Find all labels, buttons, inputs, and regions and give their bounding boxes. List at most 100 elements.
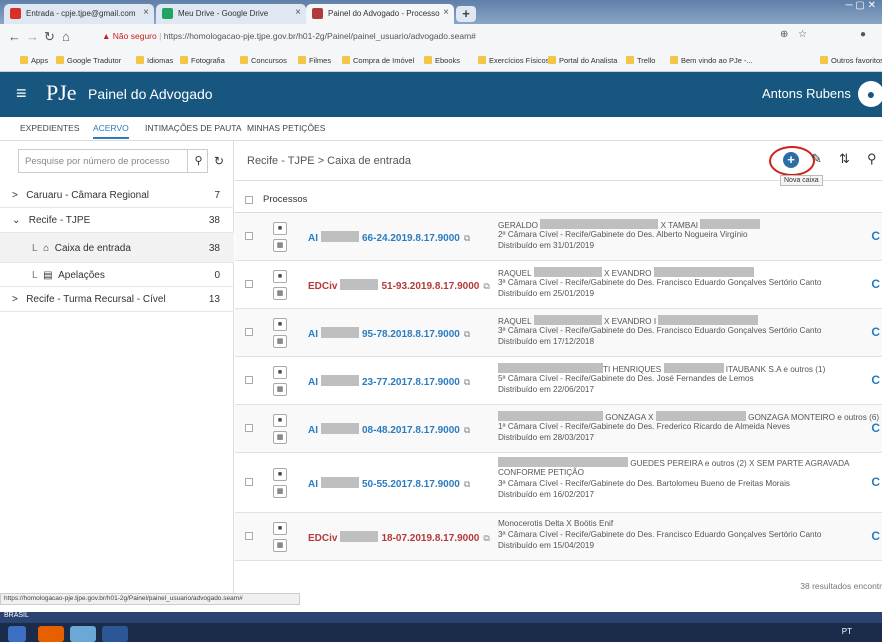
tree-item-caruaru[interactable]: > Caruaru - Câmara Regional 7	[0, 183, 234, 208]
detail-button[interactable]: ■	[273, 468, 287, 481]
detail-button[interactable]: ■	[273, 222, 287, 235]
process-number[interactable]: AI 08-48.2017.8.17.9000 ⧉	[308, 423, 470, 436]
open-icon[interactable]: C	[871, 325, 880, 339]
bookmark-item[interactable]: Portal do Analista	[548, 56, 617, 65]
window-controls[interactable]: ─ ▢ ✕	[822, 0, 882, 20]
tab-minhas-peticoes[interactable]: MINHAS PETIÇÕES	[247, 123, 325, 133]
bookmark-other[interactable]: Outros favoritos	[820, 56, 882, 65]
bookmark-item[interactable]: Trello	[626, 56, 655, 65]
edit-icon[interactable]: ✎	[811, 151, 822, 167]
close-tab-icon[interactable]: ×	[143, 7, 149, 18]
bookmark-item[interactable]: Google Tradutor	[56, 56, 121, 65]
tree-item-recife-tjpe[interactable]: ⌄ Recife - TJPE 38	[0, 208, 234, 233]
profile-icon[interactable]: ●	[860, 29, 866, 40]
select-all-checkbox[interactable]	[245, 196, 253, 204]
browser-tab-drive[interactable]: Meu Drive - Google Drive ×	[156, 4, 306, 24]
tab-acervo[interactable]: ACERVO	[93, 123, 129, 139]
avatar[interactable]: ●	[858, 81, 882, 107]
process-number[interactable]: AI 66-24.2019.8.17.9000 ⧉	[308, 231, 470, 244]
detail-button[interactable]: ■	[273, 414, 287, 427]
row-checkbox[interactable]	[245, 424, 253, 432]
calendar-button[interactable]: ▦	[273, 335, 287, 348]
explorer-icon[interactable]	[70, 626, 96, 642]
calendar-button[interactable]: ▦	[273, 485, 287, 498]
user-name[interactable]: Antons Rubens	[762, 86, 851, 101]
back-icon[interactable]: ←	[8, 29, 21, 44]
bookmark-item[interactable]: Compra de Imóvel	[342, 56, 414, 65]
browser-tab-gmail[interactable]: Entrada - cpje.tjpe@gmail.com ×	[4, 4, 154, 24]
bookmark-item[interactable]: Concursos	[240, 56, 287, 65]
calendar-button[interactable]: ▦	[273, 383, 287, 396]
word-icon[interactable]	[102, 626, 128, 642]
open-icon[interactable]: C	[871, 475, 880, 489]
bookmark-item[interactable]: Exercícios Físicos	[478, 56, 549, 65]
sort-icon[interactable]: ⇅	[839, 151, 850, 167]
calendar-button[interactable]: ▦	[273, 539, 287, 552]
row-checkbox[interactable]	[245, 328, 253, 336]
calendar-button[interactable]: ▦	[273, 431, 287, 444]
copy-icon[interactable]: ⧉	[464, 377, 470, 387]
search-button[interactable]: ⚲	[187, 150, 209, 172]
bookmark-apps[interactable]: Apps	[20, 56, 48, 65]
tree-item-caixa-de-entrada[interactable]: L ⌂ Caixa de entrada 38	[0, 233, 234, 263]
tree-item-turma-recursal[interactable]: > Recife - Turma Recursal - Cível 13	[0, 287, 234, 312]
refresh-icon[interactable]: ↻	[214, 154, 224, 168]
row-checkbox[interactable]	[245, 280, 253, 288]
process-number[interactable]: EDCiv 18-07.2019.8.17.9000 ⧉	[308, 531, 490, 544]
process-number[interactable]: AI 23-77.2017.8.17.9000 ⧉	[308, 375, 470, 388]
process-number[interactable]: EDCiv 51-93.2019.8.17.9000 ⧉	[308, 279, 490, 292]
tab-intimacoes-de-pauta[interactable]: INTIMAÇÕES DE PAUTA	[145, 123, 242, 133]
search-icon[interactable]: ⚲	[867, 151, 877, 167]
open-icon[interactable]: C	[871, 229, 880, 243]
tab-expedientes[interactable]: EXPEDIENTES	[20, 123, 80, 133]
browser-tab-pje[interactable]: Painel do Advogado - Processo ×	[306, 4, 454, 24]
copy-icon[interactable]: ⧉	[464, 233, 470, 243]
table-row[interactable]: ■ ▦ AI 66-24.2019.8.17.9000 ⧉ GERALDO X TAMBA…	[235, 213, 882, 261]
close-tab-icon[interactable]: ×	[443, 7, 449, 18]
detail-button[interactable]: ■	[273, 270, 287, 283]
calendar-button[interactable]: ▦	[273, 239, 287, 252]
process-number[interactable]: AI 50-55.2017.8.17.9000 ⧉	[308, 477, 470, 490]
row-checkbox[interactable]	[245, 376, 253, 384]
bookmark-item[interactable]: Idiomas	[136, 56, 173, 65]
detail-button[interactable]: ■	[273, 318, 287, 331]
table-row[interactable]: ■ ▦ AI 08-48.2017.8.17.9000 ⧉ GONZAGA X GONZ…	[235, 405, 882, 453]
open-icon[interactable]: C	[871, 421, 880, 435]
star-icon[interactable]: ☆	[798, 29, 807, 40]
table-row[interactable]: ■ ▦ EDCiv 18-07.2019.8.17.9000 ⧉ Monocerotis …	[235, 513, 882, 561]
search-input[interactable]: Pesquise por número de processo ⚲	[18, 149, 208, 173]
copy-icon[interactable]: ⧉	[464, 329, 470, 339]
forward-icon[interactable]: →	[26, 29, 39, 44]
bookmark-item[interactable]: Bem vindo ao PJe -...	[670, 56, 753, 65]
open-icon[interactable]: C	[871, 277, 880, 291]
home-icon[interactable]: ⌂	[62, 29, 70, 44]
bookmark-item[interactable]: Ebooks	[424, 56, 460, 65]
zoom-icon[interactable]: ⊕	[780, 29, 788, 40]
row-checkbox[interactable]	[245, 532, 253, 540]
url-field[interactable]: ▲ Não seguro | https://homologacao-pje.t…	[98, 27, 698, 45]
start-icon[interactable]	[8, 626, 26, 642]
menu-icon[interactable]: ≡	[16, 83, 27, 104]
detail-button[interactable]: ■	[273, 366, 287, 379]
process-number[interactable]: AI 95-78.2018.8.17.9000 ⧉	[308, 327, 470, 340]
language-indicator[interactable]: PT	[842, 627, 852, 636]
table-row[interactable]: ■ ▦ AI 95-78.2018.8.17.9000 ⧉ RAQUEL X EVANDR…	[235, 309, 882, 357]
table-row[interactable]: ■ ▦ EDCiv 51-93.2019.8.17.9000 ⧉ RAQUEL X EVA…	[235, 261, 882, 309]
detail-button[interactable]: ■	[273, 522, 287, 535]
table-row[interactable]: ■ ▦ AI 50-55.2017.8.17.9000 ⧉ GUEDES PEREIRA…	[235, 453, 882, 513]
copy-icon[interactable]: ⧉	[483, 533, 489, 543]
open-icon[interactable]: C	[871, 373, 880, 387]
bookmark-item[interactable]: Filmes	[298, 56, 331, 65]
bookmark-item[interactable]: Fotografia	[180, 56, 225, 65]
copy-icon[interactable]: ⧉	[464, 479, 470, 489]
reload-icon[interactable]: ↻	[44, 29, 55, 45]
row-checkbox[interactable]	[245, 478, 253, 486]
open-icon[interactable]: C	[871, 529, 880, 543]
copy-icon[interactable]: ⧉	[483, 281, 489, 291]
calendar-button[interactable]: ▦	[273, 287, 287, 300]
copy-icon[interactable]: ⧉	[464, 425, 470, 435]
new-tab-button[interactable]: +	[456, 6, 476, 22]
row-checkbox[interactable]	[245, 232, 253, 240]
firefox-icon[interactable]	[38, 626, 64, 642]
tree-item-apelacoes[interactable]: L ▤ Apelações 0	[0, 263, 234, 287]
